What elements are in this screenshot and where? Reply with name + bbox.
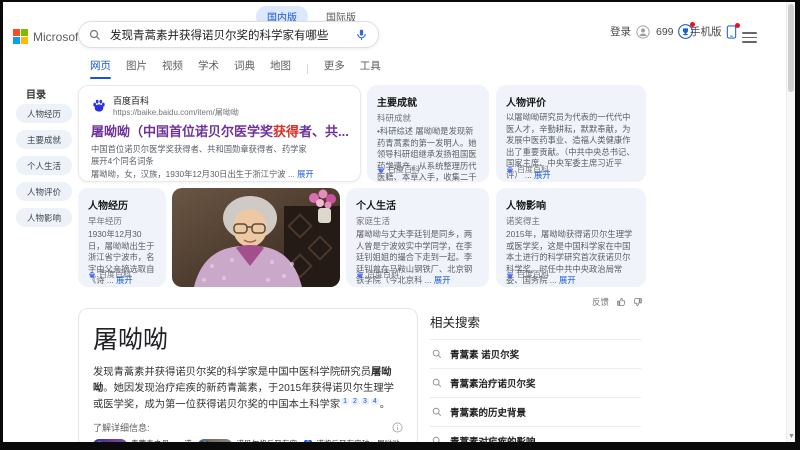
card-title: 主要成就 (377, 98, 417, 109)
baidu-baike-icon (507, 166, 513, 173)
info-card-influence[interactable]: 人物影响 诺奖得主 2015年，屠呦呦获得诺贝尔生理学或医学奖，这是中国科学家在… (496, 188, 646, 287)
related-search-item[interactable]: 青蒿素 诺贝尔奖 (430, 339, 641, 368)
info-card-experience[interactable]: 人物经历 早年经历 1930年12月30日，屠呦呦出生于浙江省宁波市，名字由父亲… (78, 188, 166, 287)
sidebar-item-achievements[interactable]: 主要成就 (16, 130, 72, 149)
related-searches-title: 相关搜索 (430, 316, 481, 330)
card-title: 人物评价 (506, 98, 546, 109)
expand-link[interactable]: 展开 (297, 169, 314, 179)
card-source[interactable]: 百度百科 (517, 269, 549, 280)
baidu-baike-icon (357, 271, 363, 278)
highlighted-term: 获得 (273, 124, 300, 139)
citation-4[interactable]: 4 (370, 397, 379, 405)
citation-1[interactable]: 1 (341, 397, 350, 405)
search-nav-tabs: 网页 图片 视频 学术 词典 地图 | 更多 工具 (90, 58, 381, 79)
feedback-label[interactable]: 反馈 (592, 296, 609, 308)
info-icon[interactable] (392, 422, 403, 433)
search-icon (432, 407, 442, 417)
sidebar-item-evaluation[interactable]: 人物评价 (16, 182, 72, 201)
bing-search-page: 国内版 国际版 Microsoft Bing 登录 699 手机版 网页 图片 … (0, 0, 800, 450)
baidu-baike-icon (378, 166, 384, 173)
vertical-scrollbar[interactable]: ▼ (786, 2, 795, 442)
answer-title: 屠呦呦 (93, 326, 169, 354)
info-card-personal-life[interactable]: 个人生活 家庭生活 屠呦呦与丈夫李廷钊是同乡，两人曾是宁波效实中学同学，在李廷钊… (346, 188, 489, 287)
card-source[interactable]: 百度百科 (367, 269, 399, 280)
result-url: https://baike.baidu.com/item/屠呦呦 (113, 108, 239, 117)
card-title: 个人生活 (356, 201, 396, 212)
sign-in-button[interactable]: 登录 (610, 24, 650, 39)
rewards-points: 699 (656, 25, 674, 38)
card-title: 人物经历 (88, 201, 128, 212)
card-subtitle: 诺奖得主 (506, 216, 541, 226)
window-frame (0, 0, 3, 450)
tab-maps[interactable]: 地图 (270, 58, 291, 79)
tab-tools[interactable]: 工具 (360, 58, 381, 79)
card-title: 人物影响 (506, 201, 546, 212)
result-description: 中国首位诺贝尔医学奖获得者、共和国勋章获得者、药学家 (91, 144, 307, 154)
tab-images[interactable]: 图片 (126, 58, 147, 79)
baidu-baike-icon (93, 99, 105, 112)
baike-result-card[interactable]: 百度百科 https://baike.baidu.com/item/屠呦呦 屠呦… (78, 85, 361, 182)
sidebar-item-influence[interactable]: 人物影响 (16, 208, 72, 227)
person-icon (636, 24, 650, 39)
thumbs-down-icon[interactable] (633, 297, 643, 307)
search-icon (432, 349, 442, 359)
sidebar-item-experience[interactable]: 人物经历 (16, 104, 72, 123)
tab-more[interactable]: 更多 (324, 58, 345, 79)
info-card-achievements[interactable]: 主要成就 科研成就 •科研综述 屠呦呦是发现新药青蒿素的第一发明人。她领导科研组… (367, 85, 489, 182)
window-frame (0, 0, 800, 2)
citation-3[interactable]: 3 (360, 397, 369, 405)
expand-link[interactable]: 展开 (434, 275, 451, 285)
microphone-icon[interactable] (355, 28, 368, 41)
nav-divider: | (306, 62, 309, 75)
card-subtitle: 科研成就 (377, 113, 412, 123)
sign-in-label: 登录 (610, 26, 631, 38)
sidebar-title: 目录 (26, 90, 46, 101)
search-icon (89, 29, 100, 40)
card-source[interactable]: 百度百科 (99, 269, 131, 280)
search-icon (432, 378, 442, 388)
microsoft-logo-icon (13, 29, 28, 44)
thumbs-up-icon[interactable] (616, 297, 626, 307)
window-frame (0, 442, 800, 450)
search-box[interactable] (78, 21, 379, 48)
answer-panel: 屠呦呦 发现青蒿素并获得诺贝尔奖的科学家是中国中医科学院研究员屠呦呦。她因发现治… (78, 308, 418, 448)
related-search-item[interactable]: 青蒿素治疗诺贝尔奖 (430, 368, 641, 397)
scrollbar-thumb[interactable] (788, 4, 794, 92)
card-subtitle: 家庭生活 (356, 216, 391, 226)
feedback-row: 反馈 (592, 296, 643, 308)
tab-videos[interactable]: 视频 (162, 58, 183, 79)
notification-dot (734, 22, 740, 28)
card-source[interactable]: 百度百科 (517, 164, 549, 175)
tab-web[interactable]: 网页 (90, 58, 111, 79)
related-search-item[interactable]: 青蒿素的历史背景 (430, 397, 641, 426)
mobile-version-label: 手机版 (690, 26, 722, 38)
sidebar-item-personal-life[interactable]: 个人生活 (16, 156, 72, 175)
result-site-name: 百度百科 (113, 96, 150, 106)
mobile-version-button[interactable]: 手机版 (690, 22, 740, 39)
tab-dictionary[interactable]: 词典 (234, 58, 255, 79)
citation-2[interactable]: 2 (351, 397, 359, 405)
card-source[interactable]: 百度百科 (388, 164, 420, 175)
baidu-baike-icon (507, 271, 513, 278)
rewards-button[interactable]: 699 (656, 22, 695, 39)
result-title-link[interactable]: 屠呦呦（中国首位诺贝尔医学奖获得者、共... (91, 121, 349, 140)
tu-youyou-photo[interactable] (172, 188, 340, 287)
hamburger-menu-icon[interactable] (742, 29, 757, 46)
window-frame (795, 0, 800, 450)
learn-more-label: 了解详细信息: (93, 423, 150, 434)
info-card-evaluation[interactable]: 人物评价 以屠呦呦研究员为代表的一代代中医人才，辛勤耕耘，默默奉献，为发展中医药… (496, 85, 646, 182)
baidu-baike-icon (89, 271, 95, 278)
result-snippet: 屠呦呦，女，汉族，1930年12月30日出生于浙江宁波 ... 展开 (91, 168, 314, 179)
expand-entries-link[interactable]: 展开4个同名词条 (91, 155, 348, 167)
expand-link[interactable]: 展开 (559, 275, 576, 285)
tab-academic[interactable]: 学术 (198, 58, 219, 79)
search-input[interactable] (108, 27, 355, 42)
related-searches-panel: 相关搜索 青蒿素 诺贝尔奖 青蒿素治疗诺贝尔奖 青蒿素的历史背景 青蒿素对疟疾的… (430, 312, 641, 450)
card-subtitle: 早年经历 (88, 216, 123, 226)
answer-paragraph: 发现青蒿素并获得诺贝尔奖的科学家是中国中医科学院研究员屠呦呦。她因发现治疗疟疾的… (93, 367, 394, 411)
